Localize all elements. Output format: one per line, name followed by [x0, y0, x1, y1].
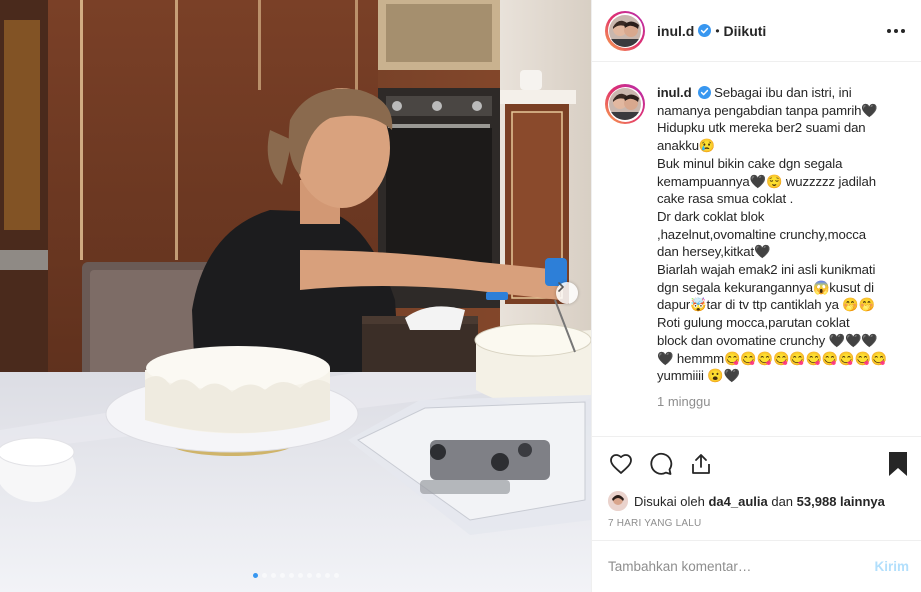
- caption-line: dapur🤯tar di tv ttp cantiklah ya 🤭🤭: [657, 297, 876, 313]
- carousel-dot: [288, 573, 294, 578]
- caption-line: ,hazelnut,ovomaltine crunchy,mocca: [657, 226, 866, 242]
- post-header: inul.d • Diikuti: [592, 0, 921, 62]
- likes-prefix: Disukai oleh: [634, 493, 705, 509]
- header-separator: •: [715, 23, 720, 38]
- chevron-right-icon: [558, 282, 564, 292]
- verified-badge-icon: [698, 24, 712, 37]
- caption-line: Hidupku utk mereka ber2 suami dan: [657, 120, 866, 136]
- likes-summary: Disukai oleh da4_aulia dan 53,988 lainny…: [592, 490, 921, 512]
- post-photo: [0, 0, 591, 592]
- carousel-dot: [306, 573, 312, 578]
- avatar[interactable]: [605, 10, 645, 51]
- caption-line: anakku😢: [657, 138, 716, 154]
- caption-time-ago[interactable]: 1 minggu: [657, 394, 897, 409]
- post-date[interactable]: 7 HARI YANG LALU: [592, 512, 921, 542]
- caption-line: yummiiii 😮🖤: [657, 368, 741, 384]
- caption-body: inul.d Sebagai ibu dan istri, ini namany…: [657, 84, 897, 436]
- verified-badge-icon: [697, 86, 711, 99]
- caption-avatar[interactable]: [605, 84, 645, 124]
- carousel-dot: [270, 573, 276, 578]
- next-slide-button[interactable]: [556, 282, 578, 304]
- post-comment-button[interactable]: Kirim: [874, 559, 909, 574]
- more-options-icon[interactable]: [883, 25, 909, 37]
- caption-username[interactable]: inul.d: [657, 85, 692, 100]
- comment-input[interactable]: [608, 559, 875, 574]
- carousel-dot: [315, 573, 321, 578]
- caption-line: namanya pengabdian tanpa pamrih🖤: [657, 102, 878, 118]
- instagram-post: inul.d • Diikuti inul.d Sebagai ibu dan …: [0, 0, 921, 592]
- carousel-dot: [324, 573, 330, 578]
- caption-text: inul.d Sebagai ibu dan istri, ini namany…: [657, 84, 897, 385]
- carousel-dot: [333, 573, 339, 578]
- comment-bubble-icon[interactable]: [648, 451, 674, 477]
- action-bar: [592, 436, 921, 490]
- caption-line: 🖤 hemmm😋😋😋😋😋😋😋😋😋😋: [657, 350, 888, 366]
- caption-line: Sebagai ibu dan istri, ini: [714, 85, 852, 100]
- caption-line: Buk minul bikin cake dgn segala: [657, 155, 843, 171]
- carousel-dot: [252, 573, 258, 578]
- caption-line: cake rasa smua coklat .: [657, 191, 794, 207]
- heart-icon[interactable]: [608, 451, 634, 477]
- caption-line: dgn segala kekurangannya😱kusut di: [657, 279, 874, 295]
- share-icon[interactable]: [688, 451, 714, 477]
- caption-line: Dr dark coklat blok: [657, 208, 765, 224]
- caption-line: dan hersey,kitkat🖤: [657, 244, 771, 260]
- post-media[interactable]: [0, 0, 591, 592]
- comments-section: inul.d Sebagai ibu dan istri, ini namany…: [592, 62, 921, 436]
- caption-line: block dan ovomatine crunchy 🖤🖤🖤: [657, 332, 878, 348]
- bookmark-icon[interactable]: [885, 451, 911, 477]
- post-side-panel: inul.d • Diikuti inul.d Sebagai ibu dan …: [591, 0, 921, 592]
- add-comment-form: Kirim: [592, 540, 921, 592]
- avatar-photo: [609, 88, 641, 120]
- header-username[interactable]: inul.d: [657, 23, 694, 39]
- carousel-indicator: [0, 573, 591, 578]
- carousel-dot: [279, 573, 285, 578]
- liker-avatar[interactable]: [608, 491, 628, 511]
- caption-line: Roti gulung mocca,parutan coklat: [657, 315, 850, 331]
- caption-line: kemampuannya🖤😌 wuzzzzz jadilah: [657, 173, 876, 189]
- follow-status-button[interactable]: Diikuti: [724, 23, 767, 39]
- likes-count[interactable]: 53,988 lainnya: [797, 494, 885, 509]
- carousel-dot: [297, 573, 303, 578]
- liker-username[interactable]: da4_aulia: [708, 494, 767, 509]
- avatar-photo: [609, 14, 641, 47]
- likes-conjunction: dan: [771, 493, 794, 509]
- caption-first-line: inul.d Sebagai ibu dan istri, ini: [657, 84, 897, 102]
- carousel-dot: [261, 573, 267, 578]
- caption-line: Biarlah wajah emak2 ini asli kunikmati: [657, 262, 876, 278]
